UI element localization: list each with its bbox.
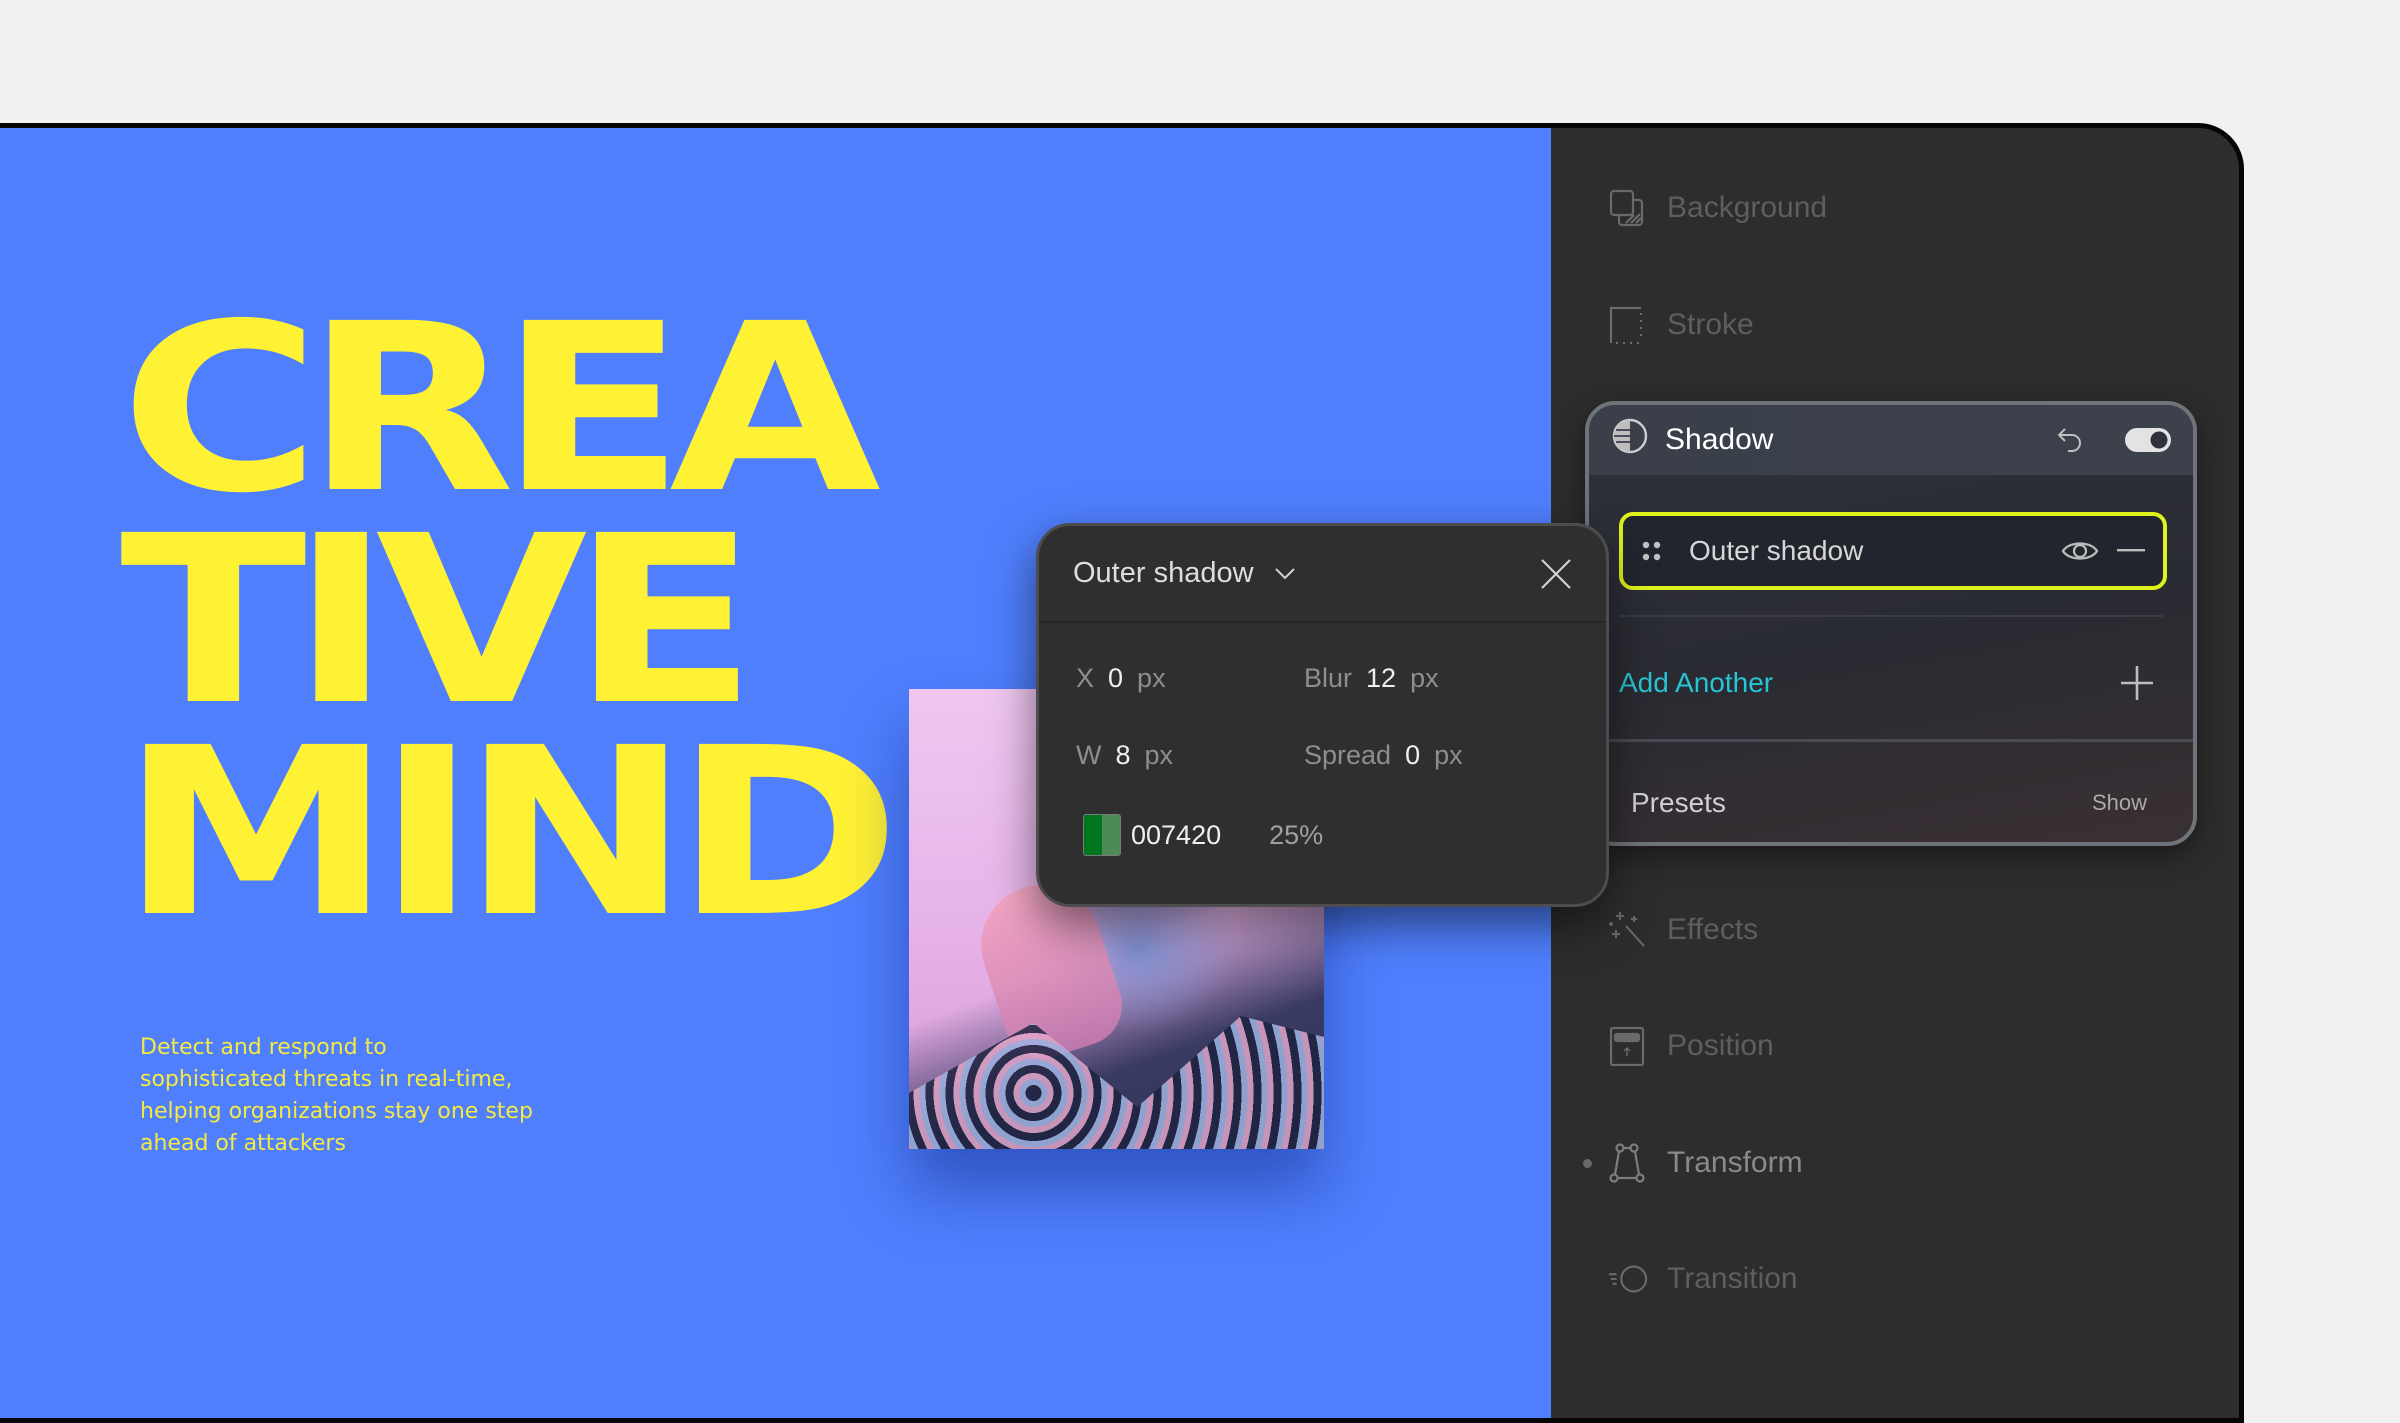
popup-header: Outer shadow bbox=[1039, 526, 1606, 623]
shadow-layer-row[interactable]: Outer shadow bbox=[1619, 512, 2167, 590]
add-another-row[interactable]: Add Another bbox=[1619, 653, 2153, 713]
spread-field[interactable]: Spread 0 px bbox=[1304, 740, 1463, 771]
field-unit: px bbox=[1137, 663, 1166, 693]
section-effects[interactable]: Effects bbox=[1607, 909, 1758, 951]
section-stroke[interactable]: Stroke bbox=[1607, 304, 1754, 346]
section-label: Effects bbox=[1667, 913, 1759, 946]
undo-icon[interactable] bbox=[2055, 425, 2085, 455]
shadow-type-value: Outer shadow bbox=[1073, 557, 1254, 589]
section-position[interactable]: Position bbox=[1607, 1025, 1774, 1067]
field-value[interactable]: 0 bbox=[1108, 663, 1123, 694]
section-label: Stroke bbox=[1667, 308, 1754, 341]
stroke-icon bbox=[1607, 304, 1649, 346]
drag-handle-icon[interactable] bbox=[1641, 539, 1663, 563]
shadow-title: Shadow bbox=[1665, 423, 1774, 456]
shadow-section-card: Shadow Outer shadow Add Another Presets … bbox=[1585, 401, 2197, 846]
x-offset-field[interactable]: X 0 px bbox=[1076, 663, 1166, 694]
shadow-color-row: 007420 25% bbox=[1083, 814, 1323, 856]
divider bbox=[1619, 615, 2163, 617]
headline-line: CREA bbox=[120, 274, 881, 544]
shadow-toggle[interactable] bbox=[2125, 428, 2171, 452]
section-transition[interactable]: Transition bbox=[1607, 1258, 1798, 1300]
modified-indicator bbox=[1583, 1159, 1592, 1168]
shadow-header: Shadow bbox=[1589, 405, 2193, 475]
tagline: Detect and respond to sophisticated thre… bbox=[140, 1035, 533, 1156]
shadow-icon bbox=[1611, 417, 1649, 463]
color-swatch[interactable] bbox=[1083, 814, 1121, 856]
chevron-down-icon bbox=[1274, 567, 1296, 581]
field-value[interactable]: 8 bbox=[1115, 740, 1130, 771]
field-label: W bbox=[1076, 740, 1102, 770]
field-unit: px bbox=[1144, 740, 1174, 770]
magic-wand-icon bbox=[1607, 909, 1649, 951]
field-label: Blur bbox=[1304, 663, 1353, 693]
transform-icon bbox=[1607, 1142, 1649, 1184]
section-background[interactable]: Background bbox=[1607, 187, 1827, 229]
field-value[interactable]: 12 bbox=[1366, 663, 1396, 694]
field-label: Spread bbox=[1304, 740, 1392, 770]
headline-line: MIND bbox=[120, 698, 901, 968]
color-hex-value[interactable]: 007420 bbox=[1131, 820, 1221, 851]
shadow-layer-label: Outer shadow bbox=[1689, 535, 1864, 566]
field-label: X bbox=[1076, 663, 1095, 693]
section-label: Position bbox=[1667, 1029, 1774, 1062]
transition-icon bbox=[1607, 1258, 1649, 1300]
close-icon[interactable] bbox=[1540, 558, 1572, 590]
blur-field[interactable]: Blur 12 px bbox=[1304, 663, 1439, 694]
add-another-link[interactable]: Add Another bbox=[1619, 667, 1773, 699]
color-opacity-value[interactable]: 25% bbox=[1269, 820, 1323, 851]
eye-icon[interactable] bbox=[2061, 537, 2099, 565]
headline: CREA TIVE MIND bbox=[120, 274, 901, 968]
position-icon bbox=[1607, 1025, 1649, 1067]
section-transform[interactable]: Transform bbox=[1583, 1142, 1803, 1184]
field-unit: px bbox=[1434, 740, 1463, 770]
section-label: Background bbox=[1667, 191, 1828, 224]
field-value[interactable]: 0 bbox=[1405, 740, 1420, 771]
photo-detail bbox=[909, 1016, 1324, 1149]
presets-row: Presets Show bbox=[1631, 773, 2153, 833]
presets-show-button[interactable]: Show bbox=[2086, 789, 2153, 817]
plus-icon[interactable] bbox=[2121, 666, 2153, 700]
field-unit: px bbox=[1410, 663, 1439, 693]
background-icon bbox=[1607, 187, 1649, 229]
shadow-settings-popup: Outer shadow X 0 px Blur 12 px W 8 px Sp… bbox=[1036, 523, 1609, 907]
divider bbox=[1609, 739, 2193, 742]
w-offset-field[interactable]: W 8 px bbox=[1076, 740, 1173, 771]
presets-label: Presets bbox=[1631, 787, 1726, 818]
headline-line: TIVE bbox=[120, 486, 758, 756]
section-label: Transform bbox=[1667, 1146, 1803, 1179]
shadow-type-dropdown[interactable]: Outer shadow bbox=[1073, 557, 1296, 590]
remove-icon[interactable] bbox=[2117, 549, 2145, 553]
section-label: Transition bbox=[1667, 1262, 1798, 1295]
